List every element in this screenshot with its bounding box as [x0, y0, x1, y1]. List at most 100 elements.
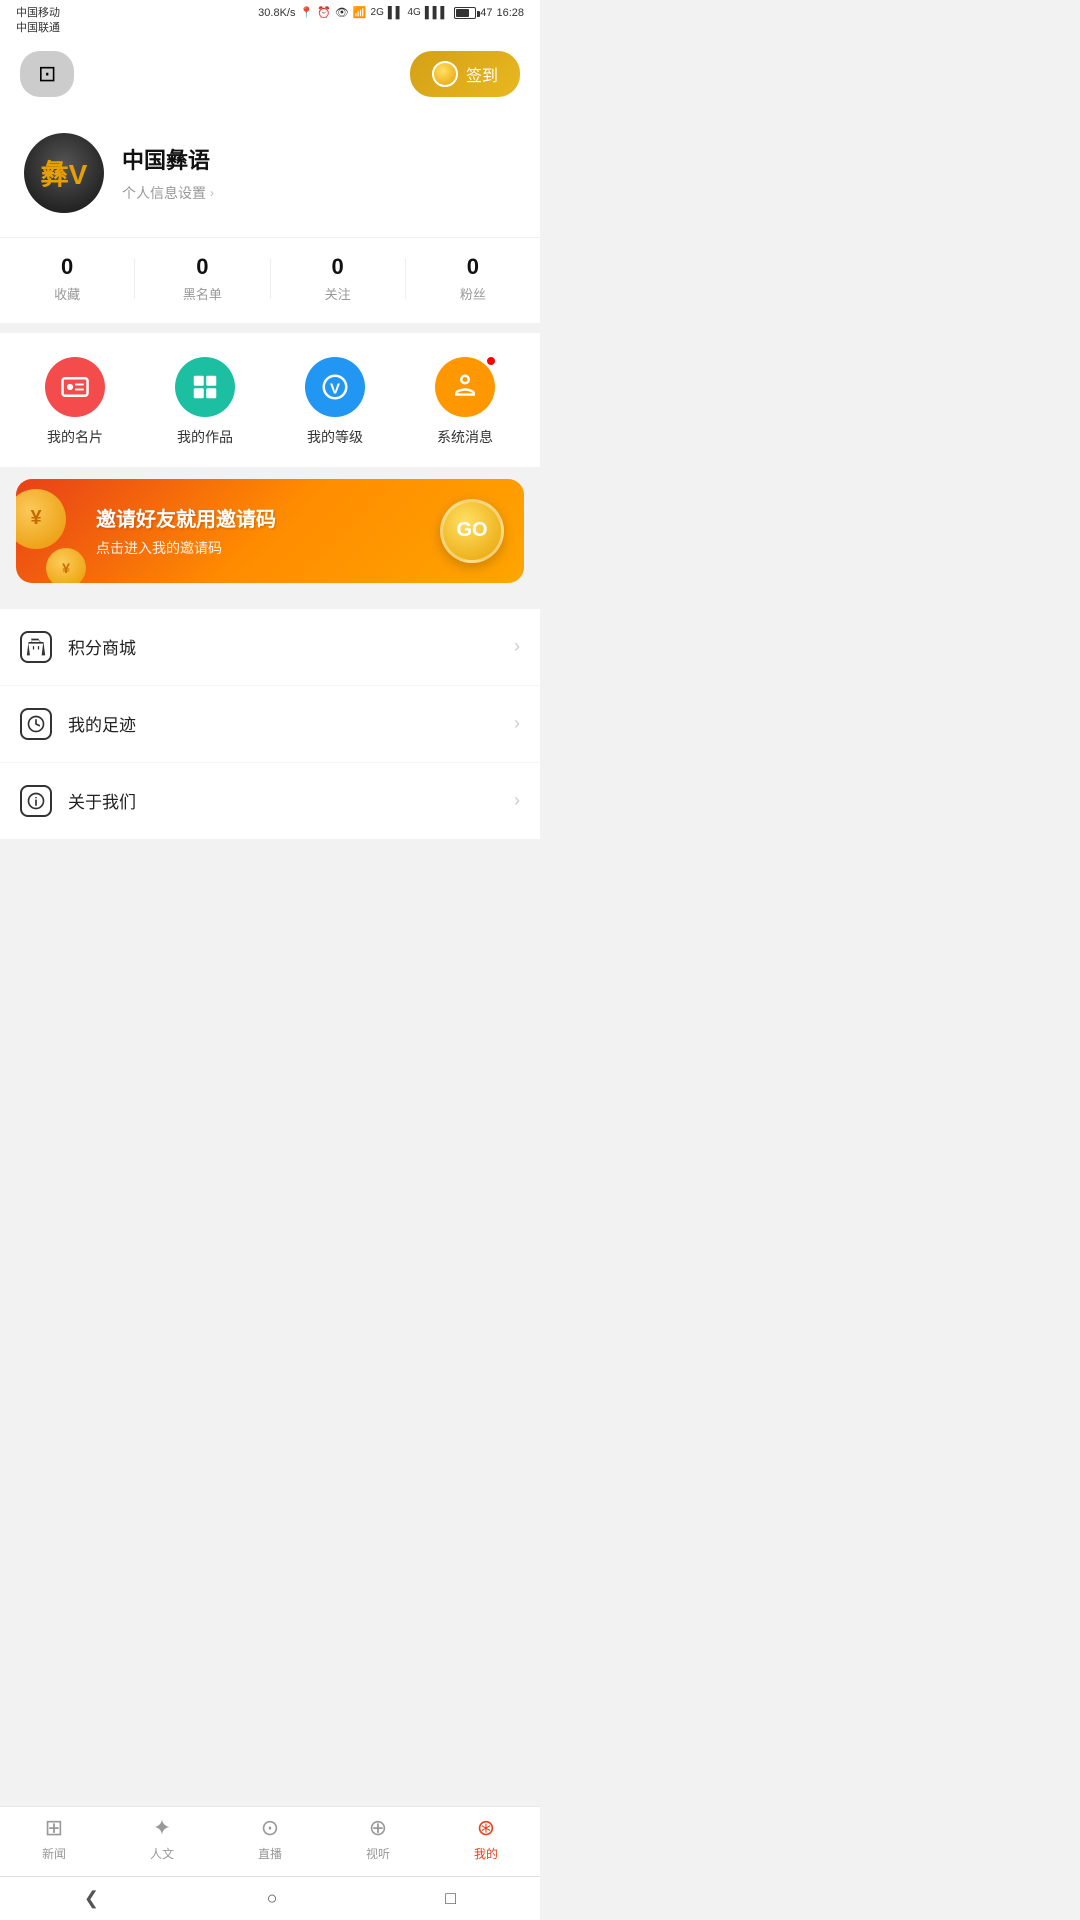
- messages-icon-circle: [435, 357, 495, 417]
- decor-coin-2: ¥: [46, 548, 86, 583]
- decor-coin-1: ¥: [16, 489, 66, 549]
- invite-banner[interactable]: ¥ ¥ 邀请好友就用邀请码 点击进入我的邀请码 GO: [16, 479, 524, 583]
- signal-2g-icon: 2G: [371, 7, 384, 18]
- go-label: GO: [456, 519, 487, 542]
- shop-label: 积分商城: [68, 634, 498, 659]
- card-label: 我的名片: [47, 427, 103, 447]
- chevron-right-about: ›: [514, 790, 520, 811]
- works-label: 我的作品: [177, 427, 233, 447]
- menu-item-shop[interactable]: 积分商城 ›: [0, 609, 540, 686]
- home-button[interactable]: ○: [247, 1884, 298, 1913]
- profile-name: 中国彝语: [122, 143, 516, 175]
- eye-icon: 👁: [335, 6, 349, 19]
- level-label: 我的等级: [307, 427, 363, 447]
- collections-count: 0: [61, 254, 73, 280]
- culture-label: 人文: [150, 1845, 174, 1862]
- top-bar: ⊡ 签到: [0, 41, 540, 113]
- stat-blacklist[interactable]: 0 黑名单: [135, 254, 269, 303]
- back-button[interactable]: ❮: [64, 1884, 119, 1913]
- nav-media[interactable]: ⊕ 视听: [324, 1815, 432, 1862]
- news-icon: ⊞: [45, 1815, 63, 1841]
- banner-subtitle: 点击进入我的邀请码: [96, 538, 276, 558]
- checkin-button[interactable]: 签到: [410, 51, 520, 97]
- android-nav: ❮ ○ □: [0, 1876, 540, 1920]
- settings-icon: [450, 372, 480, 402]
- banner-text: 邀请好友就用邀请码 点击进入我的邀请码: [96, 503, 276, 558]
- collections-label: 收藏: [54, 284, 80, 303]
- menu-level[interactable]: V 我的等级: [305, 357, 365, 447]
- live-label: 直播: [258, 1845, 282, 1862]
- scan-button[interactable]: ⊡: [20, 51, 74, 97]
- settings-label: 个人信息设置: [122, 183, 206, 203]
- news-label: 新闻: [42, 1845, 66, 1862]
- messages-label: 系统消息: [437, 427, 493, 447]
- menu-card[interactable]: 我的名片: [45, 357, 105, 447]
- stat-following[interactable]: 0 关注: [271, 254, 405, 303]
- checkin-label: 签到: [466, 62, 498, 86]
- level-icon-circle: V: [305, 357, 365, 417]
- blacklist-label: 黑名单: [183, 284, 222, 303]
- svg-text:V: V: [330, 380, 340, 397]
- footprint-label: 我的足迹: [68, 711, 498, 736]
- nav-live[interactable]: ⊙ 直播: [216, 1815, 324, 1862]
- time-display: 16:28: [496, 7, 524, 19]
- profile-info: 中国彝语 个人信息设置 ›: [122, 143, 516, 203]
- stat-collections[interactable]: 0 收藏: [0, 254, 134, 303]
- status-right: 30.8K/s 📍 ⏰ 👁 📶 2G ▌▌ 4G ▌▌▌ 47 16:28: [258, 6, 524, 19]
- blacklist-count: 0: [196, 254, 208, 280]
- notification-dot: [485, 355, 497, 367]
- signal-4g-icon: 4G: [407, 7, 420, 18]
- fans-label: 粉丝: [460, 284, 486, 303]
- live-icon: ⊙: [261, 1815, 279, 1841]
- chevron-right-shop: ›: [514, 636, 520, 657]
- banner-go-button[interactable]: GO: [440, 499, 504, 563]
- carrier2: 中国联通: [16, 21, 60, 36]
- signal-bar2-icon: ▌▌▌: [425, 7, 448, 19]
- profile-settings-button[interactable]: 个人信息设置 ›: [122, 183, 516, 203]
- nav-mine[interactable]: ⊛ 我的: [432, 1815, 540, 1862]
- works-icon: [190, 372, 220, 402]
- location-icon: 📍: [299, 6, 313, 19]
- scan-icon: ⊡: [38, 61, 56, 87]
- battery-level: 47: [480, 7, 492, 19]
- about-label: 关于我们: [68, 788, 498, 813]
- fans-count: 0: [467, 254, 479, 280]
- menu-item-about[interactable]: 关于我们 ›: [0, 763, 540, 839]
- menu-icons-row: 我的名片 我的作品 V 我的等级: [0, 333, 540, 467]
- chevron-right-footprint: ›: [514, 713, 520, 734]
- following-label: 关注: [325, 284, 351, 303]
- mine-icon: ⊛: [477, 1815, 495, 1841]
- profile-section: 彝V 中国彝语 个人信息设置 ›: [0, 113, 540, 237]
- carrier1: 中国移动: [16, 6, 60, 21]
- section-gap-1: [0, 323, 540, 333]
- avatar-logo: 彝V: [41, 153, 88, 193]
- menu-messages[interactable]: 系统消息: [435, 357, 495, 447]
- nav-culture[interactable]: ✦ 人文: [108, 1815, 216, 1862]
- status-bar: 中国移动 中国联通 30.8K/s 📍 ⏰ 👁 📶 2G ▌▌ 4G ▌▌▌ 4…: [0, 0, 540, 41]
- level-icon: V: [320, 372, 350, 402]
- carrier-info: 中国移动 中国联通: [16, 6, 60, 37]
- menu-works[interactable]: 我的作品: [175, 357, 235, 447]
- culture-icon: ✦: [153, 1815, 171, 1841]
- banner-title: 邀请好友就用邀请码: [96, 503, 276, 532]
- shop-icon: [20, 631, 52, 663]
- nav-news[interactable]: ⊞ 新闻: [0, 1815, 108, 1862]
- menu-item-footprint[interactable]: 我的足迹 ›: [0, 686, 540, 763]
- menu-list: 积分商城 › 我的足迹 › 关于我们 ›: [0, 609, 540, 839]
- works-icon-circle: [175, 357, 235, 417]
- info-icon: [26, 791, 46, 811]
- media-label: 视听: [366, 1845, 390, 1862]
- wifi-icon: 📶: [353, 6, 367, 19]
- avatar[interactable]: 彝V: [24, 133, 104, 213]
- stats-row: 0 收藏 0 黑名单 0 关注 0 粉丝: [0, 237, 540, 323]
- clock-icon: [26, 714, 46, 734]
- card-icon-circle: [45, 357, 105, 417]
- stat-fans[interactable]: 0 粉丝: [406, 254, 540, 303]
- about-icon: [20, 785, 52, 817]
- card-icon: [60, 372, 90, 402]
- signal-bar-icon: ▌▌: [388, 7, 404, 19]
- recent-button[interactable]: □: [425, 1884, 476, 1913]
- following-count: 0: [332, 254, 344, 280]
- bag-icon: [26, 637, 46, 657]
- bottom-nav: ⊞ 新闻 ✦ 人文 ⊙ 直播 ⊕ 视听 ⊛ 我的: [0, 1806, 540, 1876]
